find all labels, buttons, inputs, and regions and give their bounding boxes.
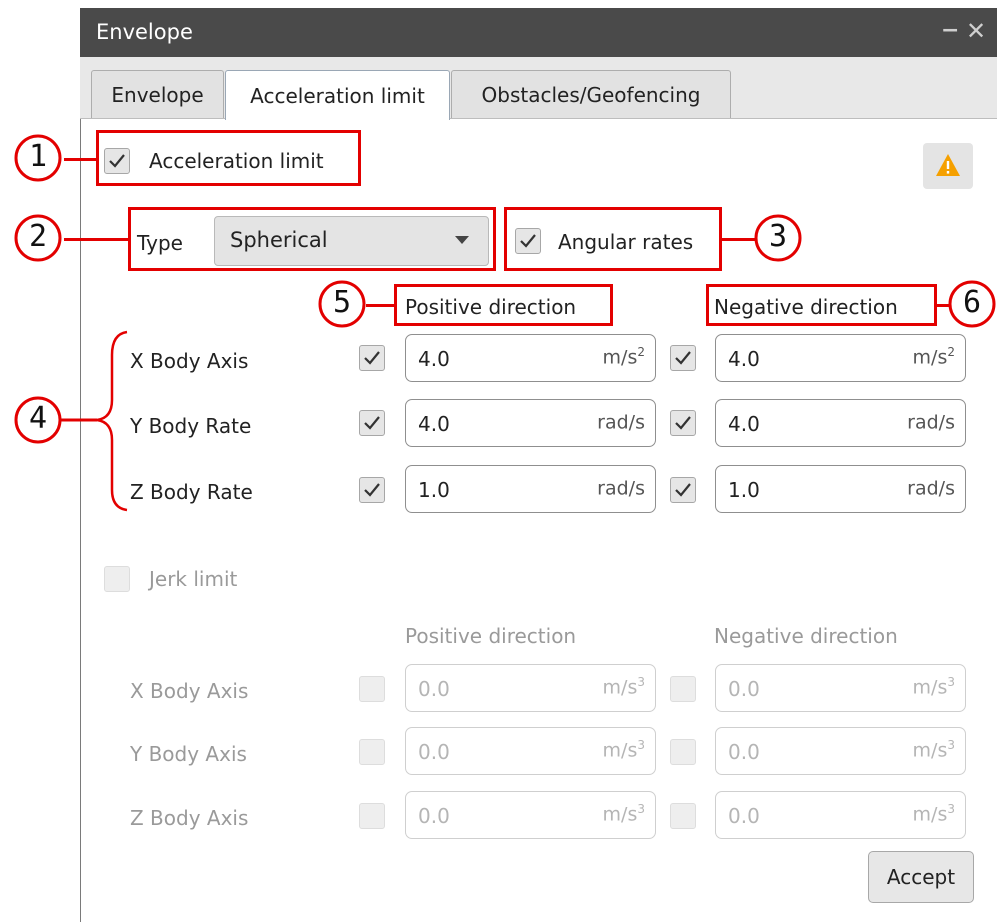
annotation-overlay: [14, 134, 996, 512]
callout-5: 5: [333, 285, 352, 320]
callout-4: 4: [29, 401, 48, 436]
callout-1: 1: [29, 139, 48, 174]
callout-3: 3: [769, 219, 788, 254]
callout-2: 2: [29, 219, 48, 254]
annotation-brace-4: [96, 330, 128, 512]
callout-6: 6: [963, 285, 982, 320]
